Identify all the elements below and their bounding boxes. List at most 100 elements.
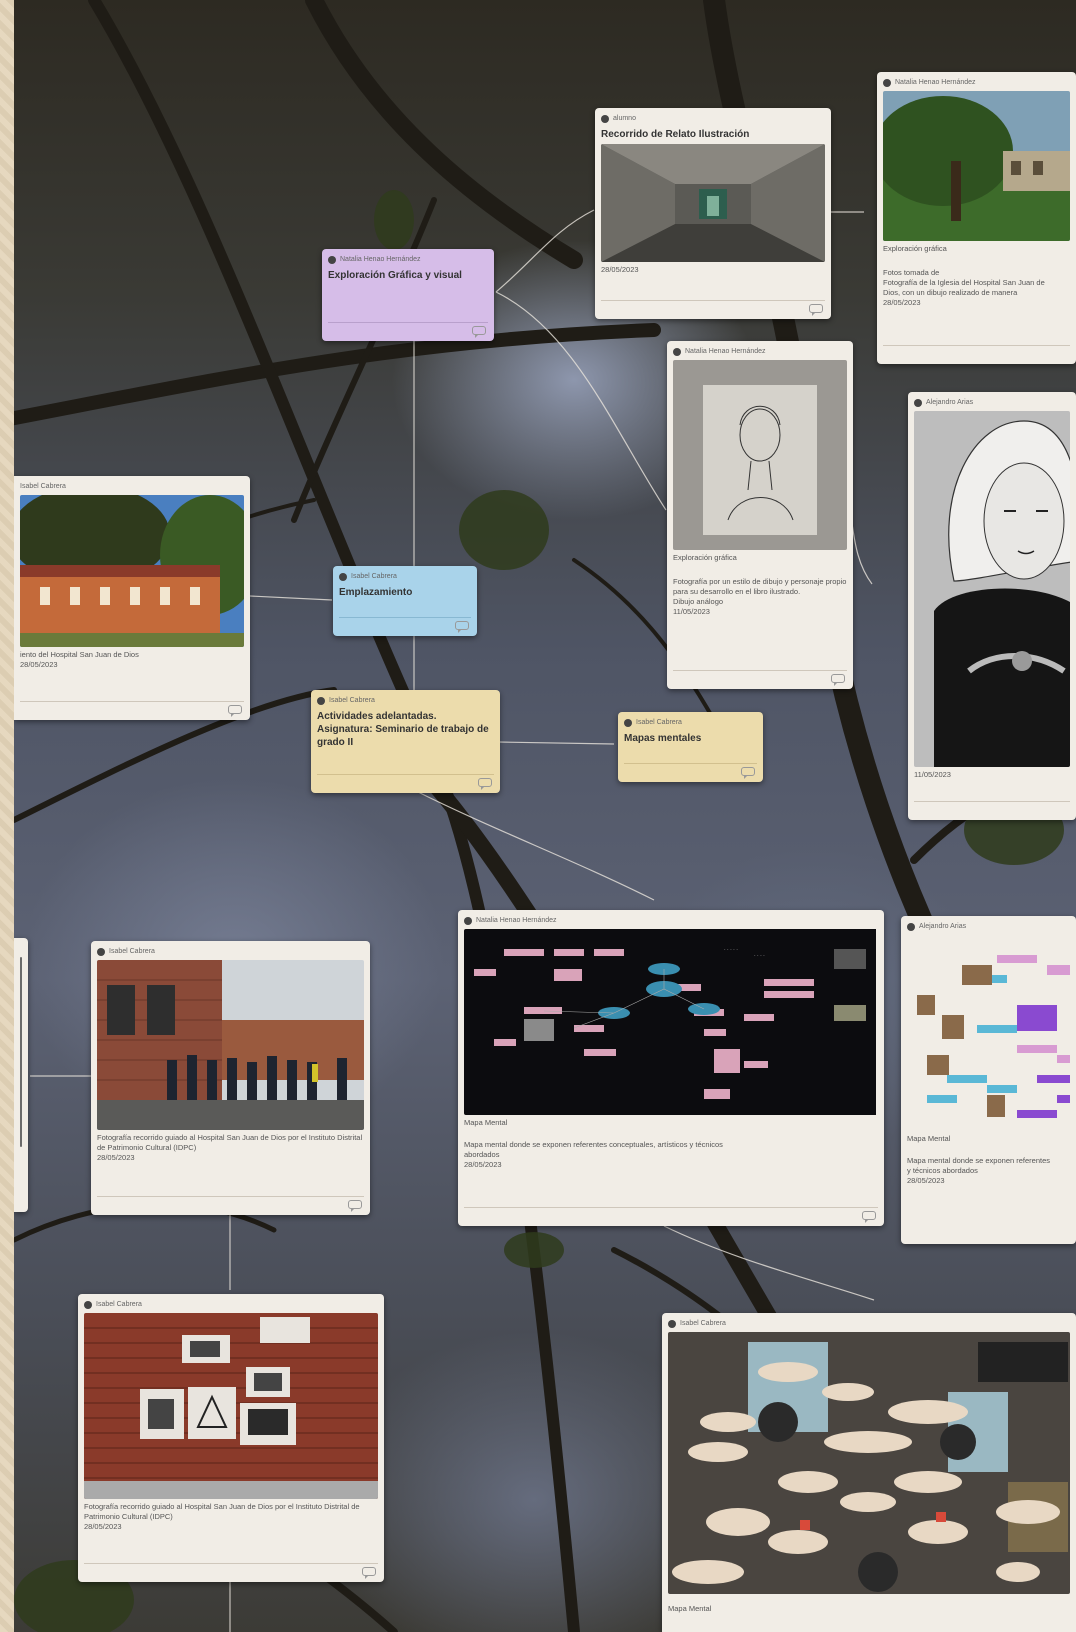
author-name: Isabel Cabrera <box>20 483 66 490</box>
post-text: Fotografía recorrido guiado al Hospital … <box>84 1502 360 1521</box>
author-avatar <box>339 572 347 581</box>
author-avatar <box>317 696 325 705</box>
author-name: Isabel Cabrera <box>680 1320 726 1327</box>
comment-icon[interactable] <box>862 1211 876 1223</box>
post-card-mapa-mental-right[interactable]: Alejandro Arias Mapa Mental Mapa mental … <box>901 916 1076 1244</box>
post-label: Exploración gráfica <box>673 553 737 562</box>
note-title: Mapas mentales <box>624 733 702 744</box>
author-name: Alejandro Arias <box>926 399 974 406</box>
author-avatar <box>624 718 632 727</box>
comment-icon[interactable] <box>478 778 492 790</box>
author-name: Natalia Henao Hernández <box>895 79 976 86</box>
author-name: Isabel Cabrera <box>329 697 375 704</box>
post-image[interactable]: · · · · · · · · · <box>464 929 878 1115</box>
post-image[interactable] <box>907 935 1070 1131</box>
author-name: Natalia Henao Hernández <box>476 917 557 924</box>
comment-icon[interactable] <box>831 674 845 686</box>
card-footer <box>97 1196 364 1212</box>
post-label: Exploración gráfica <box>883 244 947 253</box>
author-avatar <box>673 347 681 356</box>
post-text: Fotos tomada de <box>883 268 940 277</box>
post-text: Fotografía recorrido guiado al Hospital … <box>97 1133 363 1152</box>
post-label: Mapa Mental <box>464 1118 508 1127</box>
note-title: Actividades adelantadas. Asignatura: Sem… <box>317 711 489 748</box>
author-name: Isabel Cabrera <box>636 719 682 726</box>
note-card-actividades[interactable]: Isabel Cabrera Actividades adelantadas. … <box>311 690 500 793</box>
card-footer <box>673 670 847 686</box>
comment-icon[interactable] <box>809 304 823 316</box>
post-date: 28/05/2023 <box>907 1176 945 1185</box>
post-image[interactable] <box>673 360 847 550</box>
svg-text:· · · ·: · · · · <box>754 953 765 959</box>
comment-icon[interactable] <box>741 767 755 779</box>
post-caption: Mapa Mental <box>668 1604 712 1613</box>
post-card-retrato[interactable]: Alejandro Arias 11/05/2023 <box>908 392 1076 820</box>
post-card-recorrido[interactable]: Isabel Cabrera Fotografía recorrido guia… <box>91 941 370 1215</box>
post-image[interactable] <box>883 91 1070 241</box>
note-card-exploracion[interactable]: Natalia Henao Hernández Exploración Gráf… <box>322 249 494 341</box>
note-card-mapas-mentales[interactable]: Isabel Cabrera Mapas mentales <box>618 712 763 782</box>
post-date: 11/05/2023 <box>914 770 951 779</box>
card-footer <box>339 617 471 633</box>
post-text: Dios, con un dibujo realizado de manera <box>883 288 1018 297</box>
author-avatar <box>668 1319 676 1328</box>
card-footer <box>624 763 757 779</box>
board-canvas[interactable]: alumno Recorrido de Relato Ilustración 2… <box>14 0 1076 1632</box>
post-image[interactable] <box>20 495 244 647</box>
author-avatar <box>328 255 336 264</box>
comment-icon[interactable] <box>228 705 242 717</box>
post-text: y técnicos abordados <box>907 1166 978 1175</box>
post-image[interactable] <box>20 957 22 1147</box>
author-name: alumno <box>613 115 636 122</box>
card-footer <box>883 345 1070 358</box>
post-label: Mapa Mental <box>907 1134 951 1143</box>
post-card-dibujo[interactable]: Natalia Henao Hernández Exploración gráf… <box>667 341 853 689</box>
post-text: Mapa mental donde se exponen referentes … <box>464 1140 723 1149</box>
author-avatar <box>464 916 472 925</box>
post-card-exploracion-iglesia[interactable]: Natalia Henao Hernández Exploración gráf… <box>877 72 1076 364</box>
post-card-mapa-mental-bottom[interactable]: Isabel Cabrera Mapa Mental <box>662 1313 1076 1632</box>
author-avatar <box>914 398 922 407</box>
post-image[interactable] <box>84 1313 378 1499</box>
comment-icon[interactable] <box>348 1200 362 1212</box>
author-name: Natalia Henao Hernández <box>340 256 421 263</box>
post-title: Recorrido de Relato Ilustración <box>601 129 750 140</box>
post-image[interactable] <box>914 411 1070 767</box>
note-title: Exploración Gráfica y visual <box>328 270 462 281</box>
post-date: 28/05/2023 <box>464 1160 502 1169</box>
card-footer <box>914 801 1070 814</box>
note-title: Emplazamiento <box>339 587 413 598</box>
card-footer <box>84 1563 378 1579</box>
author-avatar <box>883 78 891 87</box>
card-footer <box>328 322 488 338</box>
post-text: Fotografía de la Iglesia del Hospital Sa… <box>883 278 1045 287</box>
post-card-relato[interactable]: alumno Recorrido de Relato Ilustración 2… <box>595 108 831 319</box>
post-card-muro[interactable]: Isabel Cabrera Fotografía recorrido guia… <box>78 1294 384 1582</box>
author-name: Alejandro Arias <box>919 923 967 930</box>
note-card-emplazamiento[interactable]: Isabel Cabrera Emplazamiento <box>333 566 477 636</box>
post-date: 28/05/2023 <box>20 660 58 669</box>
post-date: 28/05/2023 <box>883 298 921 307</box>
post-text: Dibujo análogo <box>673 597 724 606</box>
post-card-mapa-mental[interactable]: Natalia Henao Hernández · · · · · · · · … <box>458 910 884 1226</box>
post-text: Mapa mental donde se exponen referentes <box>907 1156 1051 1165</box>
post-date: 11/05/2023 <box>673 607 710 616</box>
post-card-partial-left[interactable] <box>14 938 28 1212</box>
author-name: Isabel Cabrera <box>351 573 397 580</box>
card-footer <box>20 701 244 717</box>
comment-icon[interactable] <box>455 621 469 633</box>
card-footer <box>464 1207 878 1223</box>
post-image[interactable] <box>601 144 825 262</box>
author-avatar <box>601 114 609 123</box>
post-image[interactable] <box>668 1332 1070 1594</box>
post-image[interactable] <box>97 960 364 1130</box>
post-date: 28/05/2023 <box>97 1153 135 1162</box>
comment-icon[interactable] <box>472 326 486 338</box>
author-name: Isabel Cabrera <box>96 1301 142 1308</box>
comment-icon[interactable] <box>362 1567 376 1579</box>
card-footer <box>317 774 494 790</box>
svg-text:· · · · ·: · · · · · <box>724 947 738 953</box>
post-text: abordados <box>464 1150 500 1159</box>
post-card-hospital[interactable]: Isabel Cabrera iento del Hospital San Ju… <box>14 476 250 720</box>
post-text: iento del Hospital San Juan de Dios <box>20 650 139 659</box>
